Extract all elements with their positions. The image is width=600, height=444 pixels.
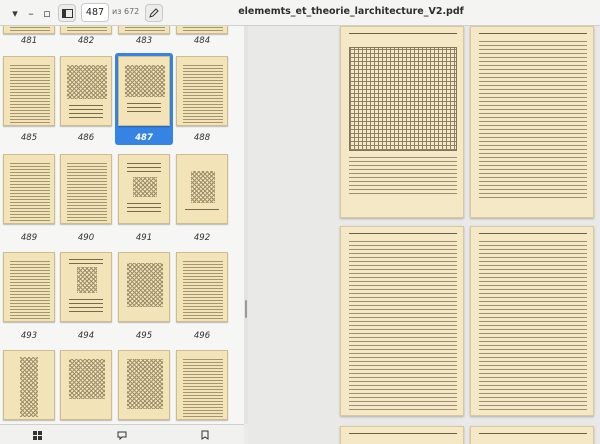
page-thumbnail-label-selected: 487 xyxy=(135,133,153,143)
document-page xyxy=(470,226,594,416)
sidebar-scroll-handle[interactable] xyxy=(245,300,247,318)
page-thumbnail-label: 496 xyxy=(193,331,211,341)
page-thumbnail[interactable] xyxy=(176,350,228,420)
page-thumbnail-label: 489 xyxy=(20,233,38,243)
page-thumbnail[interactable] xyxy=(118,154,170,224)
page-thumbnail-selected[interactable] xyxy=(118,56,170,126)
page-thumbnail[interactable] xyxy=(60,350,112,420)
page-thumbnail-label: 482 xyxy=(77,36,95,46)
bookmarks-icon[interactable] xyxy=(196,428,214,442)
pdf-viewer-window: ▾ – ▫ 487 из 672 elememts_et_theorie_lar… xyxy=(0,0,600,444)
page-thumbnail[interactable] xyxy=(176,154,228,224)
document-page xyxy=(340,426,464,444)
page-thumbnail-label: 492 xyxy=(193,233,211,243)
document-page xyxy=(470,26,594,218)
page-thumbnail-label: 491 xyxy=(135,233,153,243)
page-thumbnail[interactable] xyxy=(3,154,55,224)
page-thumbnail-label: 485 xyxy=(20,133,38,143)
page-thumbnail[interactable] xyxy=(176,252,228,322)
document-page xyxy=(340,26,464,218)
page-thumbnail-label: 494 xyxy=(77,331,95,341)
page-thumbnail-label: 490 xyxy=(77,233,95,243)
annotate-button[interactable] xyxy=(145,4,163,22)
page-thumbnail[interactable] xyxy=(118,350,170,420)
page-thumbnail-label: 493 xyxy=(20,331,38,341)
page-thumbnail[interactable] xyxy=(60,56,112,126)
document-view[interactable] xyxy=(248,26,600,444)
page-thumbnail[interactable] xyxy=(60,26,112,34)
sidebar-toggle-button[interactable] xyxy=(58,4,76,22)
page-thumbnail[interactable] xyxy=(176,26,228,34)
page-thumbnail[interactable] xyxy=(176,56,228,126)
restore-icon[interactable]: ▫ xyxy=(38,4,56,22)
sidebar-mode-switcher xyxy=(0,424,244,444)
document-page xyxy=(470,426,594,444)
sidebar-icon xyxy=(61,8,73,18)
page-thumbnail[interactable] xyxy=(3,26,55,34)
page-total-label: из 672 xyxy=(112,7,140,16)
thumbnails-icon[interactable] xyxy=(28,428,46,442)
page-thumbnail-label: 488 xyxy=(193,133,211,143)
page-thumbnail-label: 486 xyxy=(77,133,95,143)
header-bar: ▾ – ▫ 487 из 672 elememts_et_theorie_lar… xyxy=(0,0,600,26)
page-thumbnail-label: 483 xyxy=(135,36,153,46)
page-thumbnail-label: 495 xyxy=(135,331,153,341)
page-thumbnail-label: 484 xyxy=(193,36,211,46)
annotations-icon[interactable] xyxy=(113,428,131,442)
page-thumbnail[interactable] xyxy=(118,252,170,322)
page-thumbnail[interactable] xyxy=(3,350,55,420)
page-thumbnail[interactable] xyxy=(60,154,112,224)
thumbnail-sidebar: 481 482 483 484 485 486 487 488 489 490 … xyxy=(0,26,244,424)
page-thumbnail[interactable] xyxy=(118,26,170,34)
pencil-icon xyxy=(149,8,159,18)
page-thumbnail[interactable] xyxy=(3,56,55,126)
document-page xyxy=(340,226,464,416)
page-thumbnail[interactable] xyxy=(3,252,55,322)
page-number-input[interactable]: 487 xyxy=(81,3,109,22)
document-title: elememts_et_theorie_larchitecture_V2.pdf xyxy=(238,6,464,17)
page-thumbnail-label: 481 xyxy=(20,36,38,46)
page-thumbnail[interactable] xyxy=(60,252,112,322)
